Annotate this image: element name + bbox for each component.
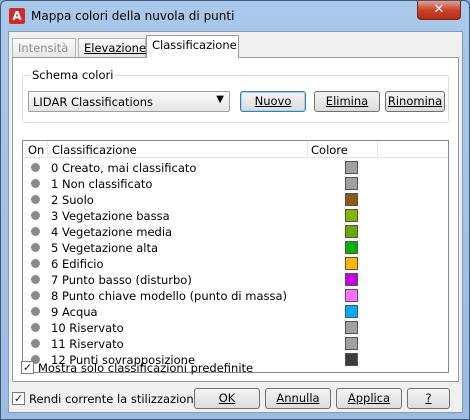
bulb-on-icon[interactable] — [31, 227, 40, 236]
dialog-body: Intensità Elevazione Classificazione Sch… — [8, 31, 463, 413]
classification-panel: Schema colori LIDAR Classifications ▼ Nu… — [12, 57, 459, 382]
classification-label: 2 Suolo — [51, 193, 94, 207]
show-predefined-label: Mostra solo classificazioni predefinite — [38, 361, 254, 375]
color-swatch[interactable] — [345, 193, 358, 206]
apply-button[interactable]: Applica — [336, 388, 402, 409]
classification-label: 11 Riservato — [51, 337, 124, 351]
cancel-button[interactable]: Annulla — [265, 388, 331, 409]
list-header: On Classificazione Colore — [23, 141, 448, 158]
delete-scheme-button[interactable]: Elimina — [314, 91, 380, 112]
classification-label: 1 Non classificato — [51, 177, 153, 191]
show-predefined-checkbox[interactable]: ✓ — [21, 361, 34, 374]
dialog-window: A Mappa colori della nuvola di punti ✕ I… — [0, 0, 470, 420]
list-item[interactable]: 9 Acqua — [23, 304, 448, 320]
window-title: Mappa colori della nuvola di punti — [31, 9, 235, 23]
color-swatch[interactable] — [345, 161, 358, 174]
classification-label: 9 Acqua — [51, 305, 98, 319]
classification-label: 7 Punto basso (disturbo) — [51, 273, 192, 287]
color-swatch[interactable] — [345, 289, 358, 302]
classification-label: 5 Vegetazione alta — [51, 241, 159, 255]
list-item[interactable]: 2 Suolo — [23, 192, 448, 208]
classification-label: 3 Vegetazione bassa — [51, 209, 170, 223]
help-button[interactable]: ? — [407, 388, 450, 409]
header-divider[interactable] — [307, 141, 308, 158]
make-current-checkbox[interactable]: ✓ — [12, 392, 25, 405]
list-item[interactable]: 1 Non classificato — [23, 176, 448, 192]
bulb-on-icon[interactable] — [31, 179, 40, 188]
rename-scheme-button[interactable]: Rinomina — [385, 91, 445, 112]
header-divider[interactable] — [377, 141, 378, 158]
header-color[interactable]: Colore — [311, 143, 348, 157]
color-scheme-dropdown[interactable]: LIDAR Classifications ▼ — [28, 91, 230, 112]
bulb-on-icon[interactable] — [31, 243, 40, 252]
color-scheme-group: Schema colori LIDAR Classifications ▼ Nu… — [22, 68, 449, 123]
list-item[interactable]: 0 Creato, mai classificato — [23, 160, 448, 176]
bulb-on-icon[interactable] — [31, 211, 40, 220]
classification-label: 6 Edificio — [51, 257, 104, 271]
list-item[interactable]: 11 Riservato — [23, 336, 448, 352]
bulb-on-icon[interactable] — [31, 275, 40, 284]
color-swatch[interactable] — [345, 353, 358, 366]
list-item[interactable]: 4 Vegetazione media — [23, 224, 448, 240]
color-swatch[interactable] — [345, 225, 358, 238]
header-on[interactable]: On — [28, 143, 44, 157]
checkmark-icon: ✓ — [22, 361, 33, 374]
header-divider[interactable] — [47, 141, 48, 158]
bulb-on-icon[interactable] — [31, 323, 40, 332]
color-swatch[interactable] — [345, 273, 358, 286]
new-scheme-button[interactable]: Nuovo — [240, 91, 306, 112]
list-item[interactable]: 5 Vegetazione alta — [23, 240, 448, 256]
color-scheme-value: LIDAR Classifications — [33, 95, 154, 109]
classification-label: 0 Creato, mai classificato — [51, 161, 197, 175]
color-swatch[interactable] — [345, 241, 358, 254]
color-swatch[interactable] — [345, 257, 358, 270]
classification-label: 8 Punto chiave modello (punto di massa) — [51, 289, 288, 303]
classification-list[interactable]: On Classificazione Colore 0 Creato, mai … — [22, 140, 449, 373]
color-swatch[interactable] — [345, 337, 358, 350]
autocad-a-icon: A — [9, 8, 25, 24]
checkmark-icon: ✓ — [13, 392, 24, 405]
color-swatch[interactable] — [345, 305, 358, 318]
list-item[interactable]: 6 Edificio — [23, 256, 448, 272]
color-swatch[interactable] — [345, 321, 358, 334]
list-item[interactable]: 7 Punto basso (disturbo) — [23, 272, 448, 288]
make-current-label: Rendi corrente la stilizzazione — [29, 392, 201, 406]
tab-intensita[interactable]: Intensità — [12, 38, 76, 57]
ok-button[interactable]: OK — [194, 388, 260, 409]
bulb-on-icon[interactable] — [31, 163, 40, 172]
list-item[interactable]: 10 Riservato — [23, 320, 448, 336]
header-classification[interactable]: Classificazione — [52, 143, 137, 157]
bulb-on-icon[interactable] — [31, 291, 40, 300]
classification-label: 4 Vegetazione media — [51, 225, 173, 239]
bulb-on-icon[interactable] — [31, 259, 40, 268]
bulb-on-icon[interactable] — [31, 195, 40, 204]
color-swatch[interactable] — [345, 209, 358, 222]
tab-elevazione[interactable]: Elevazione — [78, 38, 146, 57]
bulb-on-icon[interactable] — [31, 307, 40, 316]
tab-classificazione[interactable]: Classificazione — [146, 35, 239, 58]
close-button[interactable]: ✕ — [417, 1, 461, 20]
color-scheme-label: Schema colori — [30, 68, 116, 82]
title-bar[interactable]: A Mappa colori della nuvola di punti ✕ — [1, 1, 469, 31]
list-item[interactable]: 3 Vegetazione bassa — [23, 208, 448, 224]
color-swatch[interactable] — [345, 177, 358, 190]
list-item[interactable]: 8 Punto chiave modello (punto di massa) — [23, 288, 448, 304]
chevron-down-icon: ▼ — [216, 94, 224, 105]
classification-label: 10 Riservato — [51, 321, 124, 335]
bulb-on-icon[interactable] — [31, 339, 40, 348]
